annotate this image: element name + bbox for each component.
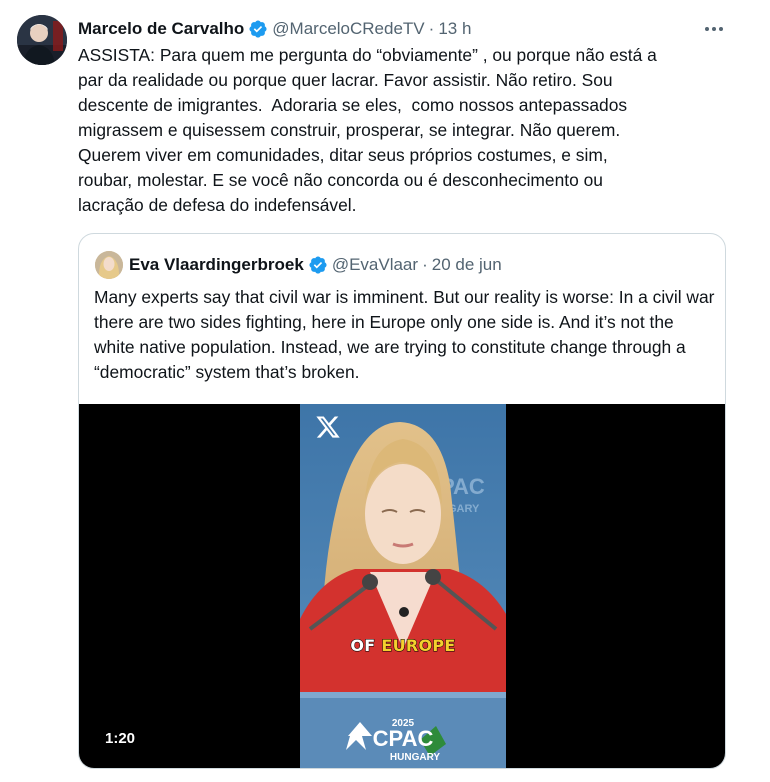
quoted-tweet-date[interactable]: 20 de jun	[432, 255, 502, 275]
video-duration: 1:20	[105, 730, 136, 747]
quoted-tweet-header: Eva Vlaardingerbroek @EvaVlaar · 20 de j…	[129, 252, 502, 278]
verified-badge-icon	[249, 20, 267, 38]
tweet-timestamp[interactable]: 13 h	[438, 19, 471, 39]
author-avatar[interactable]	[17, 15, 67, 65]
separator-dot: ·	[428, 19, 435, 38]
podium-brand: CPAC	[373, 726, 434, 751]
quoted-author-name[interactable]: Eva Vlaardingerbroek	[129, 255, 304, 275]
author-name[interactable]: Marcelo de Carvalho	[78, 19, 244, 39]
tweet[interactable]: Marcelo de Carvalho @MarceloCRedeTV · 13…	[0, 0, 770, 782]
caption-word: OF	[350, 636, 376, 656]
video-caption: OF EUROPE	[300, 636, 506, 656]
podium-location: HUNGARY	[390, 752, 441, 763]
video-still: PAC GARY 2025 CPAC HUNGARY	[300, 404, 506, 768]
tweet-text: ASSISTA: Para quem me pergunta do “obvia…	[78, 45, 657, 215]
verified-badge-icon	[309, 256, 327, 274]
video-frame[interactable]: PAC GARY 2025 CPAC HUNGARY OF EUROPE	[300, 404, 506, 768]
quoted-author-handle[interactable]: @EvaVlaar	[332, 255, 418, 275]
tweet-header: Marcelo de Carvalho @MarceloCRedeTV · 13…	[78, 17, 471, 41]
more-options-icon[interactable]	[700, 17, 728, 41]
quoted-tweet-text: Many experts say that civil war is immin…	[94, 287, 715, 382]
quoted-author-avatar[interactable]	[95, 251, 123, 279]
separator-dot: ·	[422, 255, 428, 274]
video-player[interactable]: PAC GARY 2025 CPAC HUNGARY OF EUROPE 1:2…	[79, 404, 725, 768]
x-logo-icon	[316, 416, 340, 438]
quoted-tweet[interactable]: Eva Vlaardingerbroek @EvaVlaar · 20 de j…	[78, 233, 726, 769]
caption-word-highlight: EUROPE	[381, 636, 456, 656]
author-handle[interactable]: @MarceloCRedeTV	[272, 19, 424, 39]
